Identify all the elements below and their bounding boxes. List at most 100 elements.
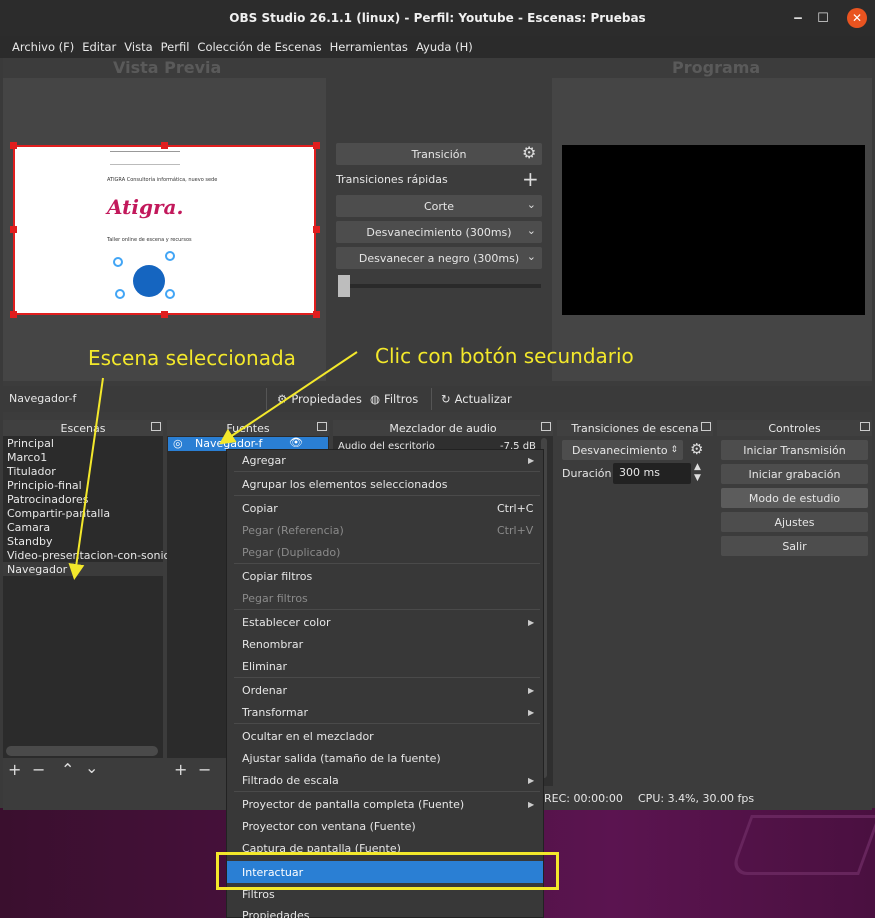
filters-button[interactable]: ◍ Filtros xyxy=(370,389,418,409)
resize-handle[interactable] xyxy=(10,142,17,149)
scene-item[interactable]: Marco1 xyxy=(7,451,47,464)
ctx-eliminar[interactable]: Eliminar xyxy=(242,660,287,673)
ctx-renombrar[interactable]: Renombrar xyxy=(242,638,303,651)
exit-button[interactable]: Salir xyxy=(721,536,868,556)
scene-item[interactable]: Camara xyxy=(7,521,50,534)
refresh-button[interactable]: ↻ Actualizar xyxy=(441,389,512,409)
resize-handle[interactable] xyxy=(161,142,168,149)
ctx-copiar[interactable]: Copiar xyxy=(242,502,278,515)
filter-icon: ◍ xyxy=(370,392,381,406)
tbar-slider[interactable] xyxy=(338,275,350,297)
spinner-icon: ⇕ xyxy=(670,445,678,455)
scene-item[interactable]: Principal xyxy=(7,437,54,450)
remove-scene-icon[interactable]: − xyxy=(32,760,45,779)
filters-label: Filtros xyxy=(384,392,419,406)
submenu-arrow-icon: ▶ xyxy=(528,686,535,695)
ctx-ajustar-salida[interactable]: Ajustar salida (tamaño de la fuente) xyxy=(242,752,441,765)
remove-source-icon[interactable]: − xyxy=(198,760,211,779)
resize-handle[interactable] xyxy=(313,142,320,149)
diagram-node-icon xyxy=(113,257,123,267)
sources-dock-title: Fuentes xyxy=(167,420,329,436)
resize-handle[interactable] xyxy=(161,311,168,318)
quick-transition-fade[interactable]: Desvanecimiento (300ms) ⌄ xyxy=(336,221,542,243)
undock-icon[interactable] xyxy=(860,422,870,431)
scene-item[interactable]: Patrocinadores xyxy=(7,493,89,506)
scenes-dock-title: Escenas xyxy=(3,420,163,436)
properties-button[interactable]: ⚙ Propiedades xyxy=(277,389,362,409)
ctx-propiedades[interactable]: Propiedades xyxy=(242,909,309,918)
program-output xyxy=(562,145,865,315)
annotation-highlight-box xyxy=(216,852,559,890)
ctx-copiar-filtros[interactable]: Copiar filtros xyxy=(242,570,312,583)
menu-vista[interactable]: Vista xyxy=(124,40,152,54)
scene-item[interactable]: Compartir-pantalla xyxy=(7,507,110,520)
eye-icon[interactable]: 👁 xyxy=(289,436,303,449)
properties-label: Propiedades xyxy=(291,392,362,406)
menu-separator xyxy=(234,471,540,472)
undock-icon[interactable] xyxy=(541,422,551,431)
submenu-arrow-icon: ▶ xyxy=(528,456,535,465)
menu-archivo[interactable]: Archivo (F) xyxy=(12,40,74,54)
ctx-pegar-filtros[interactable]: Pegar filtros xyxy=(242,592,308,605)
window-titlebar[interactable]: OBS Studio 26.1.1 (linux) - Perfil: Yout… xyxy=(0,0,875,36)
scene-item[interactable]: Video-presentacion-con-sonido xyxy=(7,549,177,562)
preview-source-frame[interactable]: ATIGRA Consultoría informática, nuevo se… xyxy=(13,145,316,315)
menu-herramientas[interactable]: Herramientas xyxy=(330,40,408,54)
quick-transition-label: Desvanecimiento (300ms) xyxy=(366,225,512,239)
settings-button[interactable]: Ajustes xyxy=(721,512,868,532)
duration-stepper[interactable]: ▲ ▼ xyxy=(694,462,701,484)
menu-separator xyxy=(234,563,540,564)
ctx-agrupar[interactable]: Agrupar los elementos seleccionados xyxy=(242,478,447,491)
ctx-agregar[interactable]: Agregar xyxy=(242,454,286,467)
source-toolbar xyxy=(3,386,872,412)
ctx-pegar-referencia[interactable]: Pegar (Referencia) xyxy=(242,524,344,537)
add-source-icon[interactable]: + xyxy=(174,760,187,779)
resize-handle[interactable] xyxy=(313,311,320,318)
studio-mode-button[interactable]: Modo de estudio xyxy=(721,488,868,508)
ctx-ordenar[interactable]: Ordenar xyxy=(242,684,287,697)
menu-coleccion-escenas[interactable]: Colección de Escenas xyxy=(197,40,321,54)
add-scene-icon[interactable]: + xyxy=(8,760,21,779)
undock-icon[interactable] xyxy=(317,422,327,431)
scene-item[interactable]: Principio-final xyxy=(7,479,82,492)
ctx-transformar[interactable]: Transformar xyxy=(242,706,308,719)
ctx-proyector-ventana[interactable]: Proyector con ventana (Fuente) xyxy=(242,820,416,833)
diagram-node-icon xyxy=(115,289,125,299)
ctx-shortcut: Ctrl+V xyxy=(497,524,534,537)
ctx-proyector-completa[interactable]: Proyector de pantalla completa (Fuente) xyxy=(242,798,464,811)
quick-transition-cut[interactable]: Corte ⌄ xyxy=(336,195,542,217)
gear-icon[interactable]: ⚙ xyxy=(690,440,703,458)
controls-title: Controles xyxy=(768,421,821,435)
scene-item-selected[interactable]: Navegador xyxy=(7,563,67,576)
menu-ayuda[interactable]: Ayuda (H) xyxy=(416,40,473,54)
transition-select[interactable]: Desvanecimiento ⇕ xyxy=(562,440,683,460)
add-icon[interactable]: + xyxy=(522,167,539,191)
start-recording-button[interactable]: Iniciar grabación xyxy=(721,464,868,484)
maximize-icon[interactable]: ☐ xyxy=(813,8,833,28)
gear-icon[interactable]: ⚙ xyxy=(522,143,536,162)
duration-input[interactable]: 300 ms xyxy=(613,463,691,484)
scenes-scrollbar[interactable] xyxy=(6,746,158,756)
undock-icon[interactable] xyxy=(151,422,161,431)
resize-handle[interactable] xyxy=(10,226,17,233)
ctx-ocultar-mezclador[interactable]: Ocultar en el mezclador xyxy=(242,730,374,743)
close-icon[interactable]: ✕ xyxy=(847,8,867,28)
minimize-icon[interactable]: ‒ xyxy=(788,8,808,28)
start-streaming-button[interactable]: Iniciar Transmisión xyxy=(721,440,868,460)
menu-editar[interactable]: Editar xyxy=(82,40,116,54)
undock-icon[interactable] xyxy=(701,422,711,431)
quick-transition-fade-black[interactable]: Desvanecer a negro (300ms) ⌄ xyxy=(336,247,542,269)
resize-handle[interactable] xyxy=(10,311,17,318)
ctx-pegar-duplicado[interactable]: Pegar (Duplicado) xyxy=(242,546,340,559)
ctx-filtrado-escala[interactable]: Filtrado de escala xyxy=(242,774,339,787)
transition-button[interactable]: Transición xyxy=(336,143,542,165)
move-down-icon[interactable]: ⌄ xyxy=(85,758,98,777)
scene-item[interactable]: Standby xyxy=(7,535,52,548)
resize-handle[interactable] xyxy=(313,226,320,233)
scene-item[interactable]: Titulador xyxy=(7,465,56,478)
ctx-establecer-color[interactable]: Establecer color xyxy=(242,616,330,629)
diagram-node-icon xyxy=(165,251,175,261)
menu-perfil[interactable]: Perfil xyxy=(161,40,190,54)
window-title: OBS Studio 26.1.1 (linux) - Perfil: Yout… xyxy=(229,11,646,25)
move-up-icon[interactable]: ⌃ xyxy=(61,760,74,779)
